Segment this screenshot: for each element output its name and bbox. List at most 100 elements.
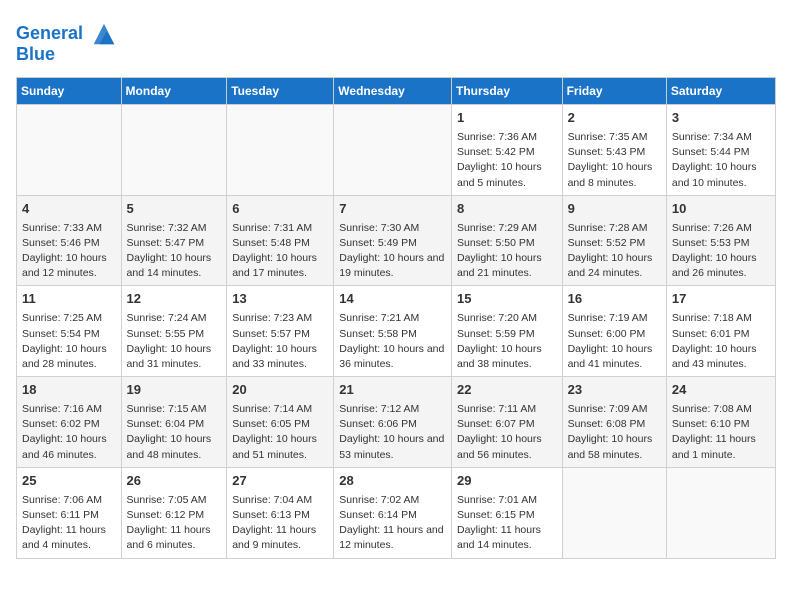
calendar-cell — [121, 105, 227, 196]
sunset-text: Sunset: 6:01 PM — [672, 327, 770, 342]
day-number: 19 — [127, 381, 222, 400]
sunset-text: Sunset: 6:12 PM — [127, 508, 222, 523]
daylight-text: Daylight: 10 hours and 33 minutes. — [232, 342, 328, 372]
calendar-cell: 13Sunrise: 7:23 AMSunset: 5:57 PMDayligh… — [227, 286, 334, 377]
calendar-cell: 17Sunrise: 7:18 AMSunset: 6:01 PMDayligh… — [666, 286, 775, 377]
daylight-text: Daylight: 10 hours and 24 minutes. — [568, 251, 661, 281]
day-number: 4 — [22, 200, 116, 219]
sunset-text: Sunset: 5:57 PM — [232, 327, 328, 342]
daylight-text: Daylight: 10 hours and 28 minutes. — [22, 342, 116, 372]
sunrise-text: Sunrise: 7:30 AM — [339, 221, 446, 236]
day-number: 15 — [457, 290, 557, 309]
sunrise-text: Sunrise: 7:32 AM — [127, 221, 222, 236]
calendar-cell: 22Sunrise: 7:11 AMSunset: 6:07 PMDayligh… — [451, 377, 562, 468]
sunrise-text: Sunrise: 7:31 AM — [232, 221, 328, 236]
sunset-text: Sunset: 5:53 PM — [672, 236, 770, 251]
calendar-week-row: 25Sunrise: 7:06 AMSunset: 6:11 PMDayligh… — [17, 467, 776, 558]
daylight-text: Daylight: 10 hours and 38 minutes. — [457, 342, 557, 372]
day-header-monday: Monday — [121, 78, 227, 105]
sunset-text: Sunset: 6:00 PM — [568, 327, 661, 342]
sunset-text: Sunset: 5:52 PM — [568, 236, 661, 251]
sunrise-text: Sunrise: 7:24 AM — [127, 311, 222, 326]
daylight-text: Daylight: 10 hours and 5 minutes. — [457, 160, 557, 190]
calendar-table: SundayMondayTuesdayWednesdayThursdayFrid… — [16, 77, 776, 559]
daylight-text: Daylight: 11 hours and 1 minute. — [672, 432, 770, 462]
sunset-text: Sunset: 5:47 PM — [127, 236, 222, 251]
sunset-text: Sunset: 5:46 PM — [22, 236, 116, 251]
calendar-cell: 6Sunrise: 7:31 AMSunset: 5:48 PMDaylight… — [227, 195, 334, 286]
calendar-cell: 11Sunrise: 7:25 AMSunset: 5:54 PMDayligh… — [17, 286, 122, 377]
sunset-text: Sunset: 5:43 PM — [568, 145, 661, 160]
sunrise-text: Sunrise: 7:06 AM — [22, 493, 116, 508]
sunrise-text: Sunrise: 7:25 AM — [22, 311, 116, 326]
daylight-text: Daylight: 10 hours and 41 minutes. — [568, 342, 661, 372]
calendar-cell: 2Sunrise: 7:35 AMSunset: 5:43 PMDaylight… — [562, 105, 666, 196]
daylight-text: Daylight: 10 hours and 31 minutes. — [127, 342, 222, 372]
day-header-friday: Friday — [562, 78, 666, 105]
sunrise-text: Sunrise: 7:11 AM — [457, 402, 557, 417]
sunset-text: Sunset: 6:13 PM — [232, 508, 328, 523]
day-number: 1 — [457, 109, 557, 128]
day-header-tuesday: Tuesday — [227, 78, 334, 105]
sunrise-text: Sunrise: 7:29 AM — [457, 221, 557, 236]
sunrise-text: Sunrise: 7:36 AM — [457, 130, 557, 145]
sunrise-text: Sunrise: 7:09 AM — [568, 402, 661, 417]
sunset-text: Sunset: 5:50 PM — [457, 236, 557, 251]
day-number: 9 — [568, 200, 661, 219]
day-number: 20 — [232, 381, 328, 400]
calendar-cell: 7Sunrise: 7:30 AMSunset: 5:49 PMDaylight… — [334, 195, 452, 286]
calendar-cell: 23Sunrise: 7:09 AMSunset: 6:08 PMDayligh… — [562, 377, 666, 468]
sunrise-text: Sunrise: 7:19 AM — [568, 311, 661, 326]
sunrise-text: Sunrise: 7:02 AM — [339, 493, 446, 508]
sunset-text: Sunset: 5:54 PM — [22, 327, 116, 342]
sunset-text: Sunset: 6:05 PM — [232, 417, 328, 432]
day-header-sunday: Sunday — [17, 78, 122, 105]
day-number: 5 — [127, 200, 222, 219]
day-number: 27 — [232, 472, 328, 491]
daylight-text: Daylight: 10 hours and 58 minutes. — [568, 432, 661, 462]
sunrise-text: Sunrise: 7:18 AM — [672, 311, 770, 326]
sunset-text: Sunset: 5:58 PM — [339, 327, 446, 342]
daylight-text: Daylight: 11 hours and 6 minutes. — [127, 523, 222, 553]
page-header: General Blue — [16, 16, 776, 65]
daylight-text: Daylight: 10 hours and 46 minutes. — [22, 432, 116, 462]
calendar-week-row: 11Sunrise: 7:25 AMSunset: 5:54 PMDayligh… — [17, 286, 776, 377]
sunset-text: Sunset: 5:55 PM — [127, 327, 222, 342]
sunset-text: Sunset: 6:14 PM — [339, 508, 446, 523]
daylight-text: Daylight: 10 hours and 51 minutes. — [232, 432, 328, 462]
sunrise-text: Sunrise: 7:23 AM — [232, 311, 328, 326]
day-number: 12 — [127, 290, 222, 309]
sunrise-text: Sunrise: 7:01 AM — [457, 493, 557, 508]
calendar-cell: 15Sunrise: 7:20 AMSunset: 5:59 PMDayligh… — [451, 286, 562, 377]
calendar-week-row: 4Sunrise: 7:33 AMSunset: 5:46 PMDaylight… — [17, 195, 776, 286]
calendar-cell: 29Sunrise: 7:01 AMSunset: 6:15 PMDayligh… — [451, 467, 562, 558]
sunrise-text: Sunrise: 7:16 AM — [22, 402, 116, 417]
sunset-text: Sunset: 5:59 PM — [457, 327, 557, 342]
calendar-cell: 20 Sunrise: 7:14 AMSunset: 6:05 PMDayligh… — [227, 377, 334, 468]
day-number: 18 — [22, 381, 116, 400]
calendar-cell — [17, 105, 122, 196]
sunset-text: Sunset: 6:04 PM — [127, 417, 222, 432]
daylight-text: Daylight: 11 hours and 4 minutes. — [22, 523, 116, 553]
calendar-cell — [227, 105, 334, 196]
sunset-text: Sunset: 6:11 PM — [22, 508, 116, 523]
day-number: 21 — [339, 381, 446, 400]
daylight-text: Daylight: 10 hours and 12 minutes. — [22, 251, 116, 281]
day-number: 6 — [232, 200, 328, 219]
day-number: 2 — [568, 109, 661, 128]
sunrise-text: Sunrise: 7:14 AM — [232, 402, 328, 417]
calendar-cell: 1Sunrise: 7:36 AMSunset: 5:42 PMDaylight… — [451, 105, 562, 196]
sunrise-text: Sunrise: 7:35 AM — [568, 130, 661, 145]
calendar-cell: 24Sunrise: 7:08 AMSunset: 6:10 PMDayligh… — [666, 377, 775, 468]
calendar-cell: 5Sunrise: 7:32 AMSunset: 5:47 PMDaylight… — [121, 195, 227, 286]
logo: General Blue — [16, 20, 118, 65]
calendar-cell: 28Sunrise: 7:02 AMSunset: 6:14 PMDayligh… — [334, 467, 452, 558]
sunset-text: Sunset: 6:08 PM — [568, 417, 661, 432]
calendar-cell: 8Sunrise: 7:29 AMSunset: 5:50 PMDaylight… — [451, 195, 562, 286]
daylight-text: Daylight: 11 hours and 14 minutes. — [457, 523, 557, 553]
sunset-text: Sunset: 5:44 PM — [672, 145, 770, 160]
day-number: 10 — [672, 200, 770, 219]
calendar-cell — [562, 467, 666, 558]
daylight-text: Daylight: 10 hours and 21 minutes. — [457, 251, 557, 281]
calendar-cell: 12 Sunrise: 7:24 AMSunset: 5:55 PMDayligh… — [121, 286, 227, 377]
